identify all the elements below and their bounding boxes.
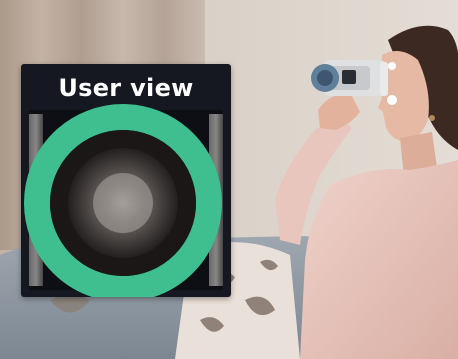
- inset-title: User view: [58, 74, 194, 102]
- user-view-panel: User view: [21, 64, 231, 297]
